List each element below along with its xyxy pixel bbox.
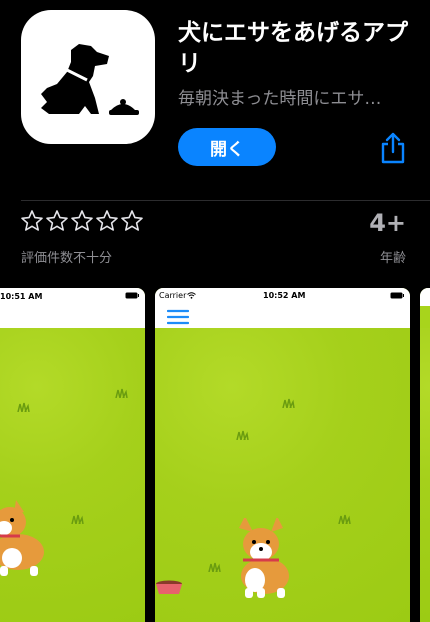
share-button[interactable] — [376, 130, 410, 166]
status-bar — [420, 288, 430, 306]
grass-tuft-icon — [236, 430, 249, 440]
status-time: 10:52 AM — [263, 291, 306, 300]
rating-caption: 評価件数不十分 — [21, 251, 113, 266]
battery-icon — [390, 292, 404, 299]
star-icon — [96, 210, 118, 231]
status-bar: Carrier 10:52 AM — [155, 288, 410, 306]
star-icon — [71, 210, 93, 231]
grass-tuft-icon — [71, 514, 84, 524]
star-icon — [21, 210, 43, 231]
star-icon — [46, 210, 68, 231]
hamburger-menu-icon[interactable] — [167, 308, 189, 326]
star-icon — [121, 210, 143, 231]
grass-tuft-icon — [17, 402, 30, 412]
app-subtitle: 毎朝決まった時間にエサ… — [178, 89, 382, 109]
screenshot-1[interactable]: 10:51 AM — [0, 288, 145, 622]
battery-icon — [125, 292, 139, 299]
share-icon — [381, 132, 405, 164]
red-dog-bowl-image — [156, 580, 182, 594]
open-button[interactable]: 開く — [178, 128, 276, 166]
wifi-icon — [187, 292, 196, 299]
status-carrier: Carrier — [159, 291, 187, 300]
app-title: 犬にエサをあげるアプリ — [178, 20, 408, 77]
rating-stars — [20, 209, 144, 233]
age-rating: 4+ — [369, 209, 406, 237]
grass-tuft-icon — [115, 388, 128, 398]
grass-field — [420, 328, 430, 622]
grass-tuft-icon — [282, 398, 295, 408]
corgi-image — [0, 500, 44, 576]
screenshot-2[interactable]: Carrier 10:52 AM — [155, 288, 410, 622]
nav-bar — [155, 306, 410, 328]
age-caption: 年齢 — [379, 251, 406, 266]
grass-tuft-icon — [208, 562, 221, 572]
screenshot-3[interactable] — [420, 288, 430, 622]
dog-silhouette-icon — [41, 44, 139, 115]
grass-field — [155, 328, 410, 622]
app-icon — [21, 10, 155, 144]
grass-field — [0, 328, 145, 622]
corgi-image — [239, 518, 289, 598]
status-bar: 10:51 AM — [0, 288, 145, 328]
status-time: 10:51 AM — [0, 292, 43, 301]
grass-tuft-icon — [338, 514, 351, 524]
divider — [21, 200, 430, 201]
